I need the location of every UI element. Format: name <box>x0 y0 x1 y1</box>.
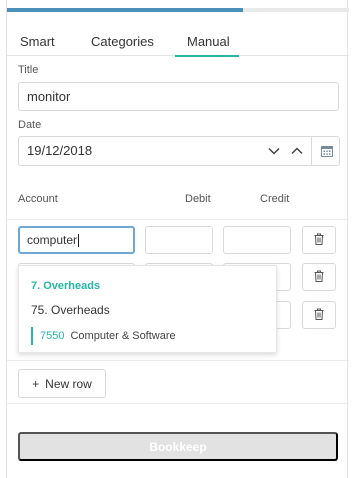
account-suggestions-dropdown: 7. Overheads 75. Overheads 7550 Computer … <box>18 265 277 353</box>
date-divider <box>311 137 312 165</box>
footer-divider <box>7 403 349 404</box>
chevron-up-icon[interactable] <box>285 136 309 166</box>
tab-categories[interactable]: Categories <box>91 34 154 49</box>
tab-manual[interactable]: Manual <box>187 34 230 49</box>
calendar-icon[interactable] <box>315 136 339 166</box>
bookkeeping-panel: Smart Categories Manual Title monitor Da… <box>6 0 349 478</box>
date-label: Date <box>18 119 42 131</box>
new-row-button[interactable]: + New row <box>18 369 106 398</box>
plus-icon: + <box>32 376 40 391</box>
active-tab-indicator <box>175 55 239 57</box>
progress-bar-fill <box>7 8 243 12</box>
suggestion-option[interactable]: 7550 Computer & Software <box>31 327 176 345</box>
bookkeep-button[interactable]: Bookkeep <box>18 432 338 461</box>
suggestion-subgroup: 75. Overheads <box>31 303 110 317</box>
delete-row-button[interactable] <box>302 301 336 329</box>
title-input[interactable]: monitor <box>18 82 339 111</box>
suggestion-group: 7. Overheads <box>31 280 101 292</box>
tab-smart[interactable]: Smart <box>20 34 55 49</box>
delete-row-button[interactable] <box>302 263 336 291</box>
delete-row-button[interactable] <box>302 226 336 254</box>
date-value: 19/12/2018 <box>27 143 93 158</box>
debit-input[interactable] <box>145 226 213 254</box>
rows-divider <box>7 360 349 361</box>
account-input-value: computer <box>27 233 78 247</box>
new-row-label: New row <box>45 376 92 391</box>
suggestion-name: Computer & Software <box>70 330 176 342</box>
trash-icon <box>314 308 324 323</box>
progress-bar <box>7 8 349 12</box>
credit-input[interactable] <box>223 226 291 254</box>
trash-icon <box>314 233 324 248</box>
credit-column-header: Credit <box>260 193 290 205</box>
chevron-down-icon[interactable] <box>262 136 286 166</box>
account-column-header: Account <box>18 193 58 205</box>
suggestion-code: 7550 <box>40 330 65 342</box>
text-caret <box>78 234 80 248</box>
account-input[interactable]: computer <box>18 226 135 254</box>
title-label: Title <box>18 64 39 76</box>
trash-icon <box>314 270 324 285</box>
tab-bar: Smart Categories Manual <box>7 28 349 57</box>
debit-column-header: Debit <box>185 193 211 205</box>
table-header-divider <box>7 219 349 220</box>
